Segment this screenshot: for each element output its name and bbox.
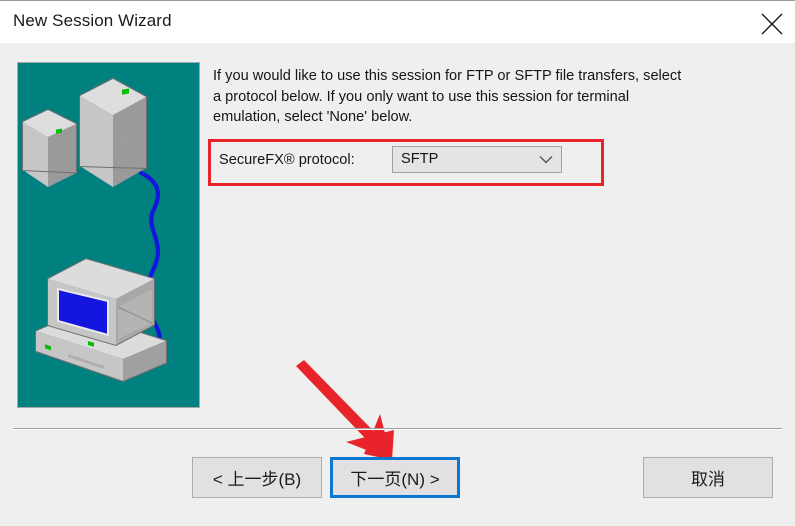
footer-separator bbox=[13, 428, 782, 430]
title-bar: New Session Wizard bbox=[0, 0, 795, 43]
server-and-workstation-illustration bbox=[18, 63, 199, 407]
chevron-down-icon bbox=[539, 155, 553, 164]
window-title: New Session Wizard bbox=[13, 11, 172, 30]
back-button[interactable]: < 上一步(B) bbox=[192, 457, 322, 498]
next-button[interactable]: 下一页(N) > bbox=[330, 457, 460, 498]
protocol-label: SecureFX® protocol: bbox=[219, 152, 355, 168]
protocol-row: SecureFX® protocol: SFTP bbox=[219, 146, 599, 178]
wizard-intro-text: If you would like to use this session fo… bbox=[213, 68, 682, 125]
wizard-illustration-panel bbox=[17, 62, 200, 408]
annotation-arrow bbox=[288, 358, 408, 468]
cancel-button[interactable]: 取消 bbox=[643, 457, 773, 498]
close-button[interactable] bbox=[749, 2, 795, 43]
new-session-wizard-window: New Session Wizard If you would like to … bbox=[0, 0, 795, 526]
protocol-selected-value: SFTP bbox=[401, 151, 439, 167]
protocol-combobox[interactable]: SFTP bbox=[392, 146, 562, 173]
